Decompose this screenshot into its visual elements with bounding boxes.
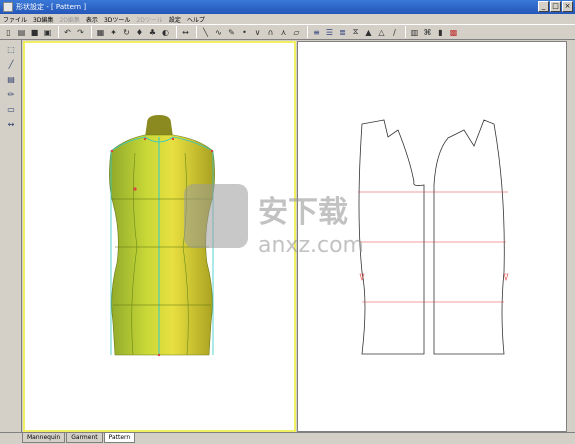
eraser-icon[interactable]: ▱ — [291, 27, 302, 38]
select-icon[interactable]: ⬚ — [4, 43, 18, 55]
minimize-button[interactable]: _ — [538, 1, 549, 12]
dart-marker-right — [503, 273, 509, 281]
tab-garment[interactable]: Garment — [66, 433, 103, 443]
menu-view[interactable]: 表示 — [86, 15, 98, 24]
triangle-icon[interactable]: ▲ — [363, 27, 374, 38]
ruler-icon[interactable]: ∕ — [389, 27, 400, 38]
menu-3d-tools[interactable]: 3Dツール — [104, 15, 130, 24]
shoulder-point-left — [110, 149, 114, 153]
toolbar-separator — [91, 26, 92, 38]
save-icon[interactable]: ■ — [29, 27, 40, 38]
align-right-icon[interactable]: ≣ — [337, 27, 348, 38]
fold-icon[interactable]: ∩ — [265, 27, 276, 38]
close-button[interactable]: × — [562, 1, 573, 12]
mannequin-neck — [145, 115, 173, 137]
outline-triangle-icon[interactable]: △ — [376, 27, 387, 38]
view-tabs: Mannequin Garment Pattern — [0, 432, 575, 444]
color-icon[interactable]: ▩ — [448, 27, 459, 38]
right-panel-strip — [567, 41, 575, 432]
split-icon[interactable]: ↔ — [4, 118, 18, 130]
open-file-icon[interactable]: ▤ — [16, 27, 27, 38]
menu-2d-edit[interactable]: 2D編集 — [59, 15, 79, 24]
title-bar: 形状設定 - [ Pattern ] _ □ × — [0, 0, 575, 14]
line-icon[interactable]: ╲ — [200, 27, 211, 38]
neck-point-left — [143, 137, 147, 141]
toolbar-separator — [58, 26, 59, 38]
garment-icon[interactable]: ♣ — [147, 27, 158, 38]
watermark-url: anxz.com — [258, 233, 364, 258]
align-center-icon[interactable]: ☰ — [324, 27, 335, 38]
watermark-logo-icon — [184, 184, 248, 248]
tab-pattern[interactable]: Pattern — [103, 433, 136, 443]
bodice-icon[interactable]: ♦ — [134, 27, 145, 38]
menu-settings[interactable]: 設定 — [169, 15, 181, 24]
hem-center-marker — [157, 353, 161, 357]
bust-point-marker — [133, 187, 137, 191]
toolbar-separator — [176, 26, 177, 38]
fit-icon[interactable]: ✦ — [108, 27, 119, 38]
seam-icon[interactable]: ⋏ — [278, 27, 289, 38]
app-window: 形状設定 - [ Pattern ] _ □ × ファイル 3D編集 2D編集 … — [0, 0, 575, 444]
menu-2d-tools[interactable]: 2Dツール — [136, 15, 162, 24]
layer-icon[interactable]: ▤ — [4, 73, 18, 85]
shirt-icon[interactable]: ⌘ — [422, 27, 433, 38]
undo-icon[interactable]: ↶ — [62, 27, 73, 38]
note-icon[interactable]: ▭ — [4, 103, 18, 115]
app-icon — [3, 2, 13, 12]
toolbar-separator — [196, 26, 197, 38]
toolbar-separator — [307, 26, 308, 38]
mirror-icon[interactable]: ⧖ — [350, 27, 361, 38]
pencil-icon[interactable]: ✏ — [4, 88, 18, 100]
maximize-button[interactable]: □ — [550, 1, 561, 12]
menu-bar: ファイル 3D編集 2D編集 表示 3Dツール 2Dツール 設定 ヘルプ — [0, 14, 575, 24]
pen-icon[interactable]: ✎ — [226, 27, 237, 38]
pattern-piece-front — [433, 119, 505, 355]
shoulder-point-right — [210, 149, 214, 153]
align-left-icon[interactable]: ≡ — [311, 27, 322, 38]
grid-icon[interactable]: ▦ — [95, 27, 106, 38]
tab-mannequin[interactable]: Mannequin — [22, 433, 66, 443]
redo-icon[interactable]: ↷ — [75, 27, 86, 38]
save-as-icon[interactable]: ▣ — [42, 27, 53, 38]
brush-icon[interactable]: ╱ — [4, 58, 18, 70]
render-icon[interactable]: ◐ — [160, 27, 171, 38]
menu-help[interactable]: ヘルプ — [187, 15, 205, 24]
menu-3d-edit[interactable]: 3D編集 — [33, 15, 53, 24]
measure-icon[interactable]: ↔ — [180, 27, 191, 38]
left-toolbar: ⬚ ╱ ▤ ✏ ▭ ↔ — [0, 40, 22, 432]
watermark: 安下载 anxz.com — [184, 184, 364, 258]
menu-file[interactable]: ファイル — [3, 15, 27, 24]
window-title: 形状設定 - [ Pattern ] — [16, 3, 87, 11]
curve-icon[interactable]: ∿ — [213, 27, 224, 38]
watermark-title: 安下载 — [258, 195, 348, 230]
window-controls: _ □ × — [538, 1, 573, 12]
neck-point-right — [171, 137, 175, 141]
point-icon[interactable]: • — [239, 27, 250, 38]
bottle-icon[interactable]: ▮ — [435, 27, 446, 38]
toolbar: ▯ ▤ ■ ▣ ↶ ↷ ▦ ✦ ↻ ♦ ♣ ◐ ↔ ╲ ∿ ✎ • ∨ ∩ ⋏ ▱ ≡ ☰ ≣ ⧖ ▲ △ ∕ ▥ ⌘ ▮ ▩ — [0, 24, 575, 40]
layout-icon[interactable]: ▥ — [409, 27, 420, 38]
dart-icon[interactable]: ∨ — [252, 27, 263, 38]
toolbar-separator — [405, 26, 406, 38]
new-file-icon[interactable]: ▯ — [3, 27, 14, 38]
rotate-icon[interactable]: ↻ — [121, 27, 132, 38]
